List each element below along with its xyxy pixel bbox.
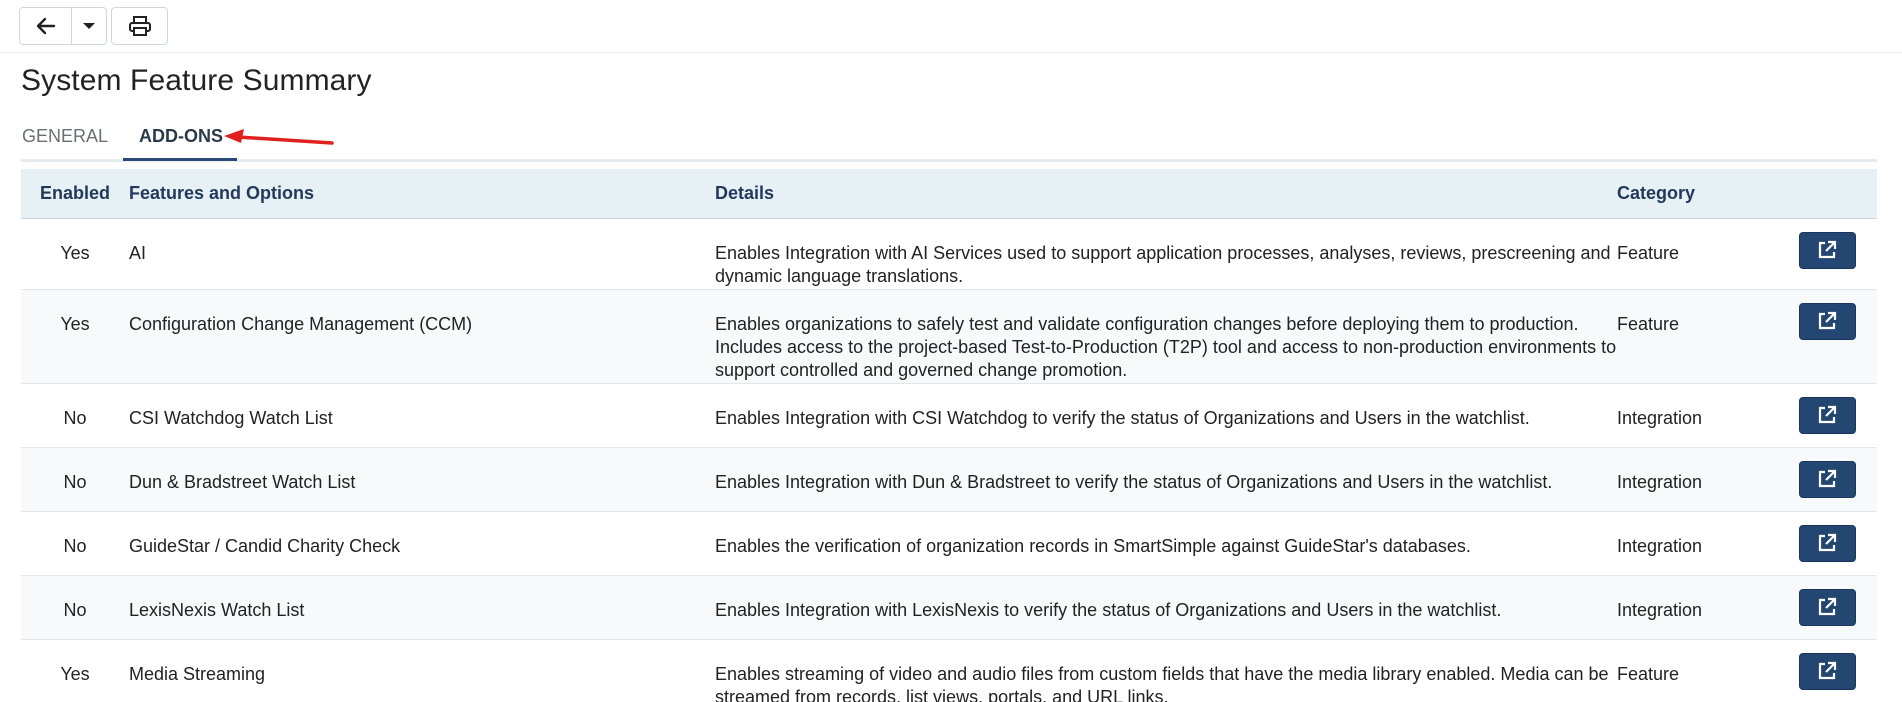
details-cell: Enables Integration with AI Services use… xyxy=(715,242,1611,286)
external-link-icon xyxy=(1818,533,1837,552)
details-cell: Enables organizations to safely test and… xyxy=(715,313,1617,380)
feature-name-cell: CSI Watchdog Watch List xyxy=(129,407,333,428)
table-row: Yes Media Streaming Enables streaming of… xyxy=(21,639,1877,702)
external-link-icon xyxy=(1818,311,1837,330)
feature-name-cell: Dun & Bradstreet Watch List xyxy=(129,471,356,492)
category-cell: Integration xyxy=(1617,471,1703,492)
caret-down-icon xyxy=(83,23,95,29)
feature-name-cell: Media Streaming xyxy=(129,663,266,684)
column-header-details: Details xyxy=(715,182,775,203)
open-feature-button[interactable] xyxy=(1798,652,1856,690)
open-feature-button[interactable] xyxy=(1798,524,1856,562)
table-row: No LexisNexis Watch List Enables Integra… xyxy=(21,575,1877,639)
feature-name-cell: GuideStar / Candid Charity Check xyxy=(129,535,401,556)
enabled-cell: No xyxy=(63,471,87,492)
external-link-icon xyxy=(1818,597,1837,616)
table-row: No Dun & Bradstreet Watch List Enables I… xyxy=(21,447,1877,511)
category-cell: Integration xyxy=(1617,407,1703,428)
column-header-category: Category xyxy=(1617,182,1696,203)
active-tab-indicator xyxy=(123,158,237,161)
category-cell: Integration xyxy=(1617,599,1703,620)
external-link-icon xyxy=(1818,661,1837,680)
annotation-arrow-icon xyxy=(224,129,334,145)
print-button[interactable] xyxy=(111,7,168,45)
open-feature-button[interactable] xyxy=(1798,302,1856,340)
table-row: No GuideStar / Candid Charity Check Enab… xyxy=(21,511,1877,575)
feature-name-cell: LexisNexis Watch List xyxy=(129,599,305,620)
enabled-cell: No xyxy=(63,407,87,428)
column-header-features: Features and Options xyxy=(129,182,315,203)
table-row: No CSI Watchdog Watch List Enables Integ… xyxy=(21,383,1877,447)
details-cell: Enables Integration with Dun & Bradstree… xyxy=(715,471,1553,492)
feature-name-cell: Configuration Change Management (CCM) xyxy=(129,313,473,334)
open-feature-button[interactable] xyxy=(1798,396,1856,434)
external-link-icon xyxy=(1818,405,1837,424)
details-cell: Enables Integration with CSI Watchdog to… xyxy=(715,407,1530,428)
table-header-row: Enabled Features and Options Details Cat… xyxy=(21,169,1877,218)
column-header-actions xyxy=(1777,169,1877,218)
tab-add-ons[interactable]: ADD-ONS xyxy=(139,126,223,147)
toolbar xyxy=(0,0,1902,53)
open-feature-button[interactable] xyxy=(1798,460,1856,498)
external-link-icon xyxy=(1818,240,1837,259)
open-feature-button[interactable] xyxy=(1798,588,1856,626)
printer-icon xyxy=(128,16,151,36)
details-cell: Enables Integration with LexisNexis to v… xyxy=(715,599,1502,620)
external-link-icon xyxy=(1818,469,1837,488)
column-header-enabled: Enabled xyxy=(39,182,110,203)
arrow-left-icon xyxy=(36,17,55,35)
details-cell: Enables streaming of video and audio fil… xyxy=(715,663,1609,702)
feature-name-cell: AI xyxy=(129,242,147,263)
toolbar-button-group xyxy=(19,7,168,45)
open-feature-button[interactable] xyxy=(1798,231,1856,269)
enabled-cell: Yes xyxy=(60,663,90,684)
back-history-dropdown-button[interactable] xyxy=(72,7,107,45)
details-cell: Enables the verification of organization… xyxy=(715,535,1471,556)
page-title: System Feature Summary xyxy=(21,64,372,97)
table-row: Yes AI Enables Integration with AI Servi… xyxy=(21,218,1877,289)
category-cell: Feature xyxy=(1617,313,1680,334)
tab-general[interactable]: GENERAL xyxy=(22,126,108,147)
enabled-cell: Yes xyxy=(60,313,90,334)
features-table: Enabled Features and Options Details Cat… xyxy=(21,169,1877,702)
table-row: Yes Configuration Change Management (CCM… xyxy=(21,289,1877,383)
category-cell: Feature xyxy=(1617,242,1680,263)
back-button[interactable] xyxy=(19,7,72,45)
enabled-cell: No xyxy=(63,535,87,556)
enabled-cell: No xyxy=(63,599,87,620)
category-cell: Integration xyxy=(1617,535,1703,556)
category-cell: Feature xyxy=(1617,663,1680,684)
enabled-cell: Yes xyxy=(60,242,90,263)
